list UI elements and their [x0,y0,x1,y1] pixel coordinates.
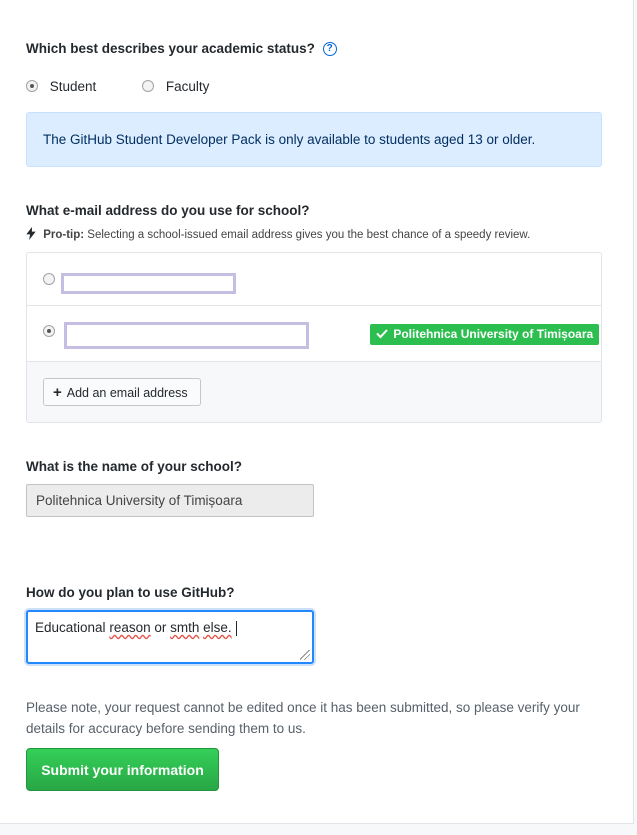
resize-handle-icon[interactable] [300,650,310,660]
verified-school-badge-label: Politehnica University of Timișoara [393,327,594,341]
email-radio-1[interactable] [43,273,55,285]
usage-word-1: Educational [35,620,106,635]
radio-student[interactable]: Student [26,78,96,94]
age-notice-text: The GitHub Student Developer Pack is onl… [43,132,536,147]
usage-word-2: reason [109,620,151,635]
redacted-email-2 [64,322,309,349]
redacted-email-1 [61,273,236,294]
submit-button[interactable]: Submit your information [26,748,219,791]
email-option-1[interactable] [27,253,601,306]
application-form: Which best describes your academic statu… [0,0,634,824]
school-name-field: Politehnica University of Timișoara [26,484,314,517]
radio-faculty[interactable]: Faculty [142,78,209,94]
check-icon [376,328,388,342]
usage-word-4: smth [170,620,200,635]
protip: Pro-tip: Selecting a school-issued email… [26,227,530,243]
plus-icon: + [53,384,62,401]
protip-text: Selecting a school-issued email address … [87,229,531,242]
academic-status-heading: Which best describes your academic statu… [26,41,337,57]
usage-word-3: or [150,620,171,635]
radio-faculty-control[interactable] [142,80,155,93]
text-caret [235,620,237,636]
email-radio-2[interactable] [43,325,55,337]
academic-status-options: Student Faculty [26,78,209,94]
academic-status-label: Which best describes your academic statu… [26,41,315,56]
question-circle-icon[interactable]: ? [322,42,337,57]
radio-faculty-label[interactable]: Faculty [166,79,210,94]
verified-school-badge: Politehnica University of Timișoara [370,324,600,345]
radio-student-label[interactable]: Student [50,79,97,94]
submission-note: Please note, your request cannot be edit… [26,700,580,736]
usage-word-5: else. [203,620,232,635]
school-name-question: What is the name of your school? [26,459,243,474]
usage-question: How do you plan to use GitHub? [26,585,235,600]
zap-icon [26,227,36,243]
add-email-button[interactable]: + Add an email address [43,378,201,406]
email-list: Politehnica University of Timișoara + Add… [26,252,602,423]
age-notice-banner: The GitHub Student Developer Pack is onl… [26,112,602,167]
radio-student-control[interactable] [26,80,38,93]
protip-label: Pro-tip: [43,229,85,242]
email-question: What e-mail address do you use for schoo… [26,203,310,218]
add-email-button-label: Add an email address [66,386,188,400]
submit-button-label: Submit your information [41,762,204,778]
usage-textarea[interactable]: Educational reason or smth else. [26,610,314,664]
